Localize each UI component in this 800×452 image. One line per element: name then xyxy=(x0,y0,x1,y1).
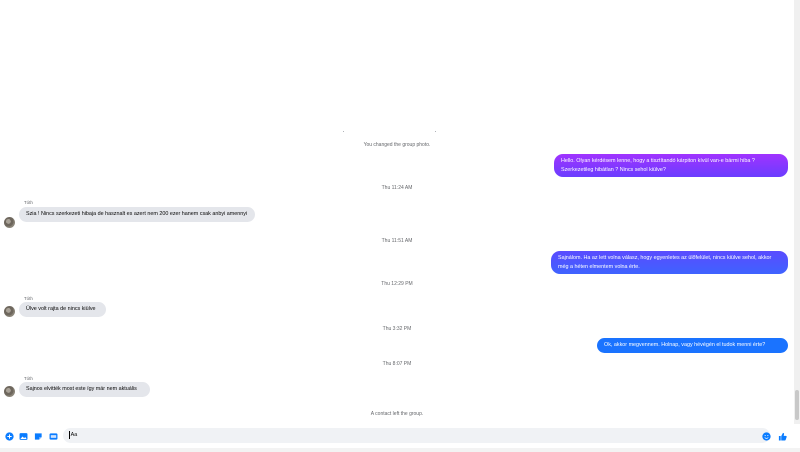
message-thread: You changed the group photo. Hello. Olya… xyxy=(0,0,794,424)
incoming-message[interactable]: Ülve volt rajta de nincs kiülve xyxy=(19,302,106,317)
outgoing-message[interactable]: Sajnálom. Ha az lett volna válasz, hogy … xyxy=(551,251,788,275)
message-text: Ülve volt rajta de nincs kiülve xyxy=(26,306,96,312)
message-input[interactable]: Aa xyxy=(63,428,770,443)
timestamp: Thu 3:32 PM xyxy=(382,326,412,332)
timestamp: Thu 11:24 AM xyxy=(381,185,413,191)
message-text: Sajnálom. Ha az lett volna válasz, hogy … xyxy=(558,255,772,270)
gif-icon[interactable] xyxy=(47,430,59,442)
avatar[interactable] xyxy=(4,217,15,228)
message-text: Szia ! Nincs szerkezeti hibaja de haszna… xyxy=(26,211,248,217)
system-message-contact-left: A contact left the group. xyxy=(370,411,424,417)
text-caret xyxy=(69,430,70,439)
outgoing-message[interactable]: Ok, akkor megvennem. Holnap, vagy hévégé… xyxy=(597,338,788,353)
timestamp: Thu 8:07 PM xyxy=(382,361,412,367)
like-icon[interactable] xyxy=(776,430,788,442)
message-text: Ok, akkor megvennem. Holnap, vagy hévégé… xyxy=(604,342,766,348)
incoming-message[interactable]: Szia ! Nincs szerkezeti hibaja de haszna… xyxy=(19,207,255,222)
message-text: Hello. Olyan kérdésem lenne, hogy a tisz… xyxy=(561,158,755,173)
avatar[interactable] xyxy=(4,306,15,317)
timestamp: Thu 11:51 AM xyxy=(381,238,413,244)
photo-divider-dot xyxy=(435,131,436,132)
outgoing-message[interactable]: Hello. Olyan kérdésem lenne, hogy a tisz… xyxy=(554,154,788,178)
emoji-icon[interactable] xyxy=(760,430,772,442)
sender-name: Tóth xyxy=(24,200,33,205)
window-bottom-edge xyxy=(0,448,800,452)
sender-name: Tóth xyxy=(24,296,33,301)
scrollbar[interactable] xyxy=(794,0,800,424)
timestamp: Thu 12:29 PM xyxy=(381,281,413,287)
message-input-value: Aa xyxy=(70,432,78,438)
avatar[interactable] xyxy=(4,386,15,397)
message-text: Sajnos elvitték most este így már nem ak… xyxy=(26,386,137,392)
incoming-message[interactable]: Sajnos elvitték most este így már nem ak… xyxy=(19,382,150,397)
scrollbar-thumb[interactable] xyxy=(795,390,799,420)
plus-circle-icon[interactable] xyxy=(3,430,15,442)
system-message-group-photo: You changed the group photo. xyxy=(363,142,431,148)
sender-name: Tóth xyxy=(24,376,33,381)
photo-divider-dot xyxy=(343,131,344,132)
sticker-icon[interactable] xyxy=(32,430,44,442)
image-icon[interactable] xyxy=(17,430,29,442)
composer-bar: Aa xyxy=(0,424,800,448)
